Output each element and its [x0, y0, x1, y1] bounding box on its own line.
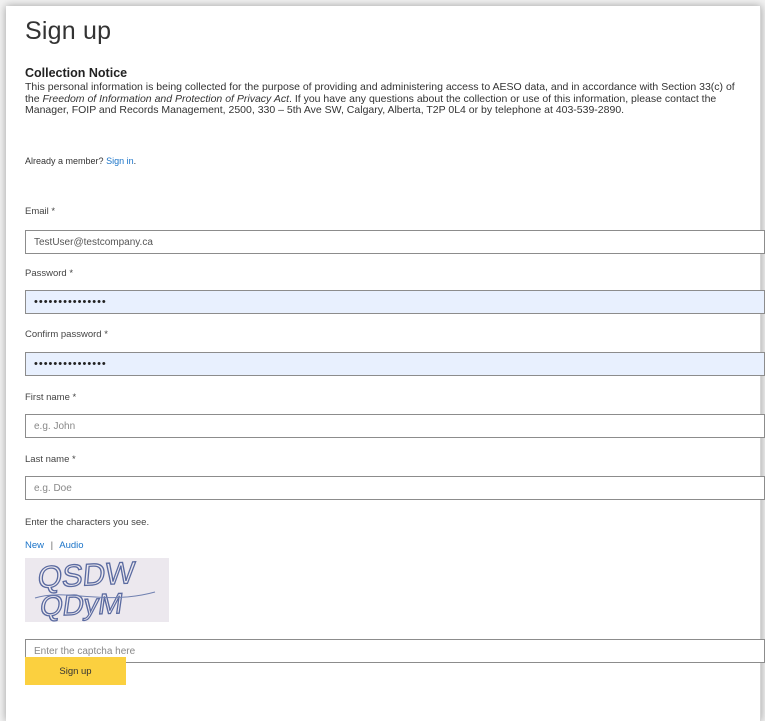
notice-act-name: Freedom of Information and Protection of… — [42, 92, 289, 105]
page-title: Sign up — [25, 17, 112, 45]
first-name-label: First name * — [25, 392, 77, 403]
captcha-instruction: Enter the characters you see. — [25, 517, 150, 528]
sign-in-link[interactable]: Sign in — [106, 156, 134, 166]
first-name-field[interactable] — [25, 414, 765, 438]
captcha-new-link[interactable]: New — [25, 540, 44, 551]
captcha-image: QSDW QDyM — [25, 554, 169, 624]
last-name-field[interactable] — [25, 476, 765, 500]
collection-notice-text: This personal information is being colle… — [25, 81, 750, 117]
password-label: Password * — [25, 268, 74, 279]
last-name-label: Last name * — [25, 454, 76, 465]
captcha-audio-link[interactable]: Audio — [59, 540, 83, 551]
email-label: Email * — [25, 206, 56, 217]
email-field[interactable] — [25, 230, 765, 254]
captcha-links: New | Audio — [25, 540, 84, 551]
password-field[interactable] — [25, 290, 765, 314]
collection-notice-title: Collection Notice — [25, 66, 128, 80]
already-member-prompt: Already a member? — [25, 156, 104, 166]
sign-in-suffix: . — [133, 156, 137, 166]
confirm-password-label: Confirm password * — [25, 329, 108, 340]
signup-panel: Sign up Collection Notice This personal … — [6, 6, 765, 721]
confirm-password-field[interactable] — [25, 352, 765, 376]
already-member-line: Already a member? Sign in. — [25, 156, 136, 166]
captcha-image-graphic: QSDW QDyM — [25, 554, 169, 624]
captcha-link-separator: | — [50, 540, 54, 551]
captcha-text-line2: QDyM — [38, 588, 125, 622]
captcha-input[interactable] — [25, 639, 765, 663]
sign-up-button[interactable]: Sign up — [25, 657, 126, 685]
